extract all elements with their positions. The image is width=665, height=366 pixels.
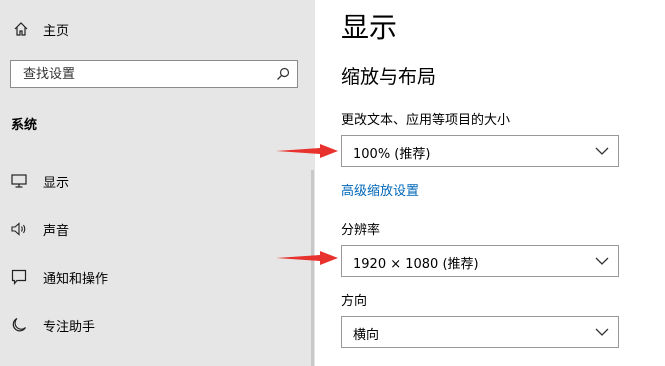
notification-icon (11, 269, 27, 286)
sidebar-item-label: 声音 (43, 224, 70, 239)
chevron-down-icon (595, 257, 609, 265)
search-icon[interactable] (276, 67, 290, 81)
advanced-scaling-link[interactable]: 高级缩放设置 (341, 180, 419, 199)
section-title-system: 系统 (11, 118, 38, 133)
home-icon (14, 22, 28, 36)
sidebar-item-label: 显示 (43, 176, 70, 191)
annotation-arrow-icon (276, 251, 338, 265)
home-label: 主页 (43, 23, 70, 39)
sidebar-item-sound[interactable]: 声音 (0, 212, 310, 246)
orientation-label: 方向 (341, 294, 368, 309)
orientation-dropdown[interactable]: 横向 (341, 316, 619, 348)
monitor-icon (11, 174, 27, 188)
page-title: 显示 (341, 11, 398, 44)
speaker-icon (11, 222, 26, 236)
resolution-value: 1920 × 1080 (推荐) (353, 257, 479, 272)
search-input[interactable] (11, 61, 273, 87)
sidebar-item-display[interactable]: 显示 (0, 164, 310, 198)
scale-value: 100% (推荐) (353, 147, 431, 162)
sidebar-item-notifications[interactable]: 通知和操作 (0, 260, 310, 294)
main-content: 显示 缩放与布局 更改文本、应用等项目的大小 100% (推荐) 高级缩放设置 … (315, 0, 665, 366)
resolution-dropdown[interactable]: 1920 × 1080 (推荐) (341, 245, 619, 277)
scale-label: 更改文本、应用等项目的大小 (341, 113, 511, 128)
annotation-arrow-icon (276, 144, 338, 158)
sidebar-scrollbar[interactable] (311, 170, 314, 366)
section-title-scale-layout: 缩放与布局 (341, 66, 437, 88)
sidebar-item-focus-assist[interactable]: 专注助手 (0, 308, 310, 342)
orientation-value: 横向 (353, 328, 380, 343)
search-box[interactable] (10, 60, 298, 88)
chevron-down-icon (595, 147, 609, 155)
scale-dropdown[interactable]: 100% (推荐) (341, 135, 619, 167)
chevron-down-icon (595, 328, 609, 336)
sidebar-item-label: 通知和操作 (43, 272, 109, 287)
resolution-label: 分辨率 (341, 223, 381, 238)
sidebar: 主页 系统 显示 声音 通知和操作 专注助 (0, 0, 315, 366)
moon-icon (12, 317, 27, 332)
sidebar-item-label: 专注助手 (43, 320, 96, 335)
